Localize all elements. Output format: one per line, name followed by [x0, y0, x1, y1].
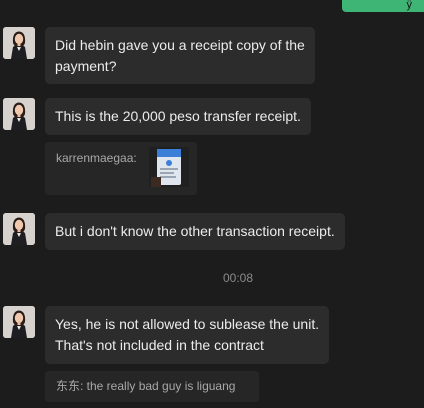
message-text-line: payment?: [55, 58, 117, 74]
time-separator: 00:08: [222, 271, 254, 285]
message-bubble[interactable]: This is the 20,000 peso transfer receipt…: [45, 98, 311, 135]
contact-avatar[interactable]: [3, 27, 35, 59]
contact-avatar-image: [3, 27, 35, 59]
contact-avatar-image: [3, 306, 35, 338]
message-text-line: Did hebin gave you a receipt copy of the: [55, 37, 305, 53]
message-text-line: But i don't know the other transaction r…: [55, 223, 335, 239]
contact-avatar-image: [3, 213, 35, 245]
quote-sender-label: karrenmaegaa:: [56, 151, 137, 165]
quoted-image-message[interactable]: karrenmaegaa:: [45, 142, 197, 195]
message-bubble[interactable]: Yes, he is not allowed to sublease the u…: [45, 306, 330, 364]
sent-message-bubble[interactable]: ÿ: [342, 0, 424, 12]
contact-avatar-image: [3, 98, 35, 130]
receipt-thumbnail-icon[interactable]: [149, 147, 189, 187]
message-bubble[interactable]: But i don't know the other transaction r…: [45, 213, 345, 250]
contact-avatar[interactable]: [3, 98, 35, 130]
message-text-line: This is the 20,000 peso transfer receipt…: [55, 108, 301, 124]
message-text-line: Yes, he is not allowed to sublease the u…: [55, 316, 320, 332]
message-bubble[interactable]: Did hebin gave you a receipt copy of the…: [45, 27, 315, 84]
sent-message-text: ÿ: [406, 0, 413, 11]
contact-avatar[interactable]: [3, 306, 35, 338]
message-text-line: That's not included in the contract: [55, 337, 264, 353]
contact-avatar[interactable]: [3, 213, 35, 245]
quoted-text-message[interactable]: 东东: the really bad guy is liguang: [45, 371, 259, 402]
quote-text: 东东: the really bad guy is liguang: [56, 379, 236, 393]
